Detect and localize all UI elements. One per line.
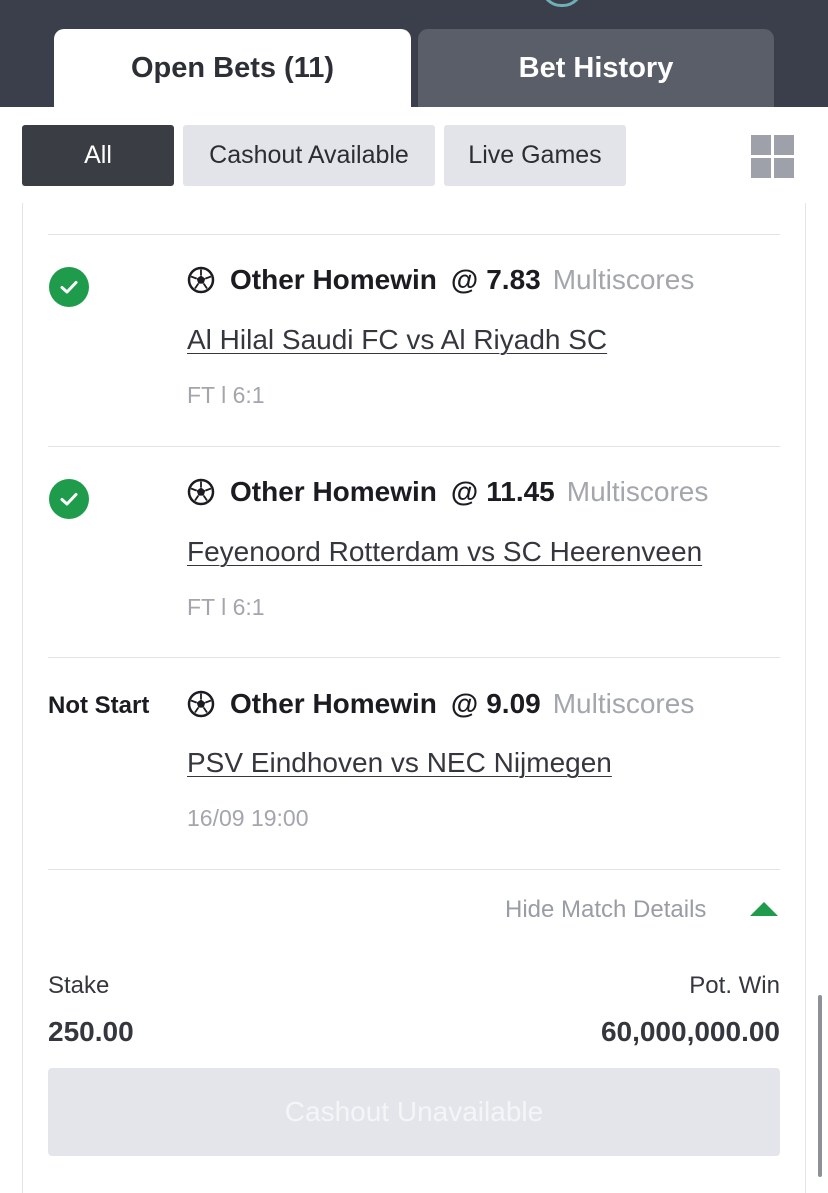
chevron-up-icon[interactable] — [750, 902, 778, 916]
match-link[interactable]: Al Hilal Saudi FC vs Al Riyadh SC — [187, 324, 607, 356]
bet-type: Multiscores — [552, 688, 695, 719]
status-label: Not Start — [48, 692, 150, 719]
filter-bar: All Cashout Available Live Games — [0, 107, 828, 203]
stake-label: Stake — [48, 972, 110, 999]
hide-match-details-link[interactable]: Hide Match Details — [505, 896, 706, 924]
tab-bet-history[interactable]: Bet History — [418, 29, 774, 107]
bet-selection-line: Other Homewin @ 9.09 Multiscores — [187, 688, 694, 720]
at-symbol: @ — [450, 264, 479, 295]
bet-selection-line: Other Homewin @ 7.83 Multiscores — [187, 264, 694, 296]
market-name: Other Homewin — [230, 688, 437, 719]
bet-selection-line: Other Homewin @ 11.45 Multiscores — [187, 476, 708, 508]
match-kickoff-time: 16/09 19:00 — [187, 805, 309, 831]
match-link[interactable]: PSV Eindhoven vs NEC Nijmegen — [187, 747, 612, 779]
market-name: Other Homewin — [230, 476, 437, 507]
divider — [48, 446, 780, 447]
odds-value: 11.45 — [486, 476, 555, 507]
match-link[interactable]: Feyenoord Rotterdam vs SC Heerenveen — [187, 536, 702, 568]
at-symbol: @ — [450, 476, 479, 507]
at-symbol: @ — [450, 688, 479, 719]
bet-type: Multiscores — [552, 264, 695, 295]
header-bar: Open Bets (11) Bet History — [0, 0, 828, 107]
soccer-ball-icon — [187, 266, 215, 294]
divider — [48, 869, 780, 870]
market-name: Other Homewin — [230, 264, 437, 295]
soccer-ball-icon — [187, 690, 215, 718]
stake-value: 250.00 — [48, 1016, 134, 1047]
won-check-icon — [49, 267, 89, 307]
match-result: FT l 6:1 — [187, 382, 265, 408]
avatar-edge — [541, 0, 583, 7]
cashout-button[interactable]: Cashout Unavailable — [48, 1068, 780, 1156]
pot-win-label: Pot. Win — [689, 972, 780, 999]
odds-value: 7.83 — [486, 264, 541, 295]
pot-win-value: 60,000,000.00 — [600, 1016, 780, 1047]
scrollbar[interactable] — [818, 995, 822, 1177]
won-check-icon — [49, 479, 89, 519]
filter-live-games-button[interactable]: Live Games — [444, 125, 626, 186]
grid-view-icon[interactable] — [751, 135, 794, 178]
soccer-ball-icon — [187, 478, 215, 506]
match-result: FT l 6:1 — [187, 594, 265, 620]
filter-cashout-available-button[interactable]: Cashout Available — [183, 125, 435, 186]
tab-open-bets[interactable]: Open Bets (11) — [54, 29, 411, 107]
odds-value: 9.09 — [486, 688, 541, 719]
divider — [48, 234, 780, 235]
filter-all-button[interactable]: All — [22, 125, 174, 186]
divider — [48, 657, 780, 658]
bet-type: Multiscores — [566, 476, 709, 507]
